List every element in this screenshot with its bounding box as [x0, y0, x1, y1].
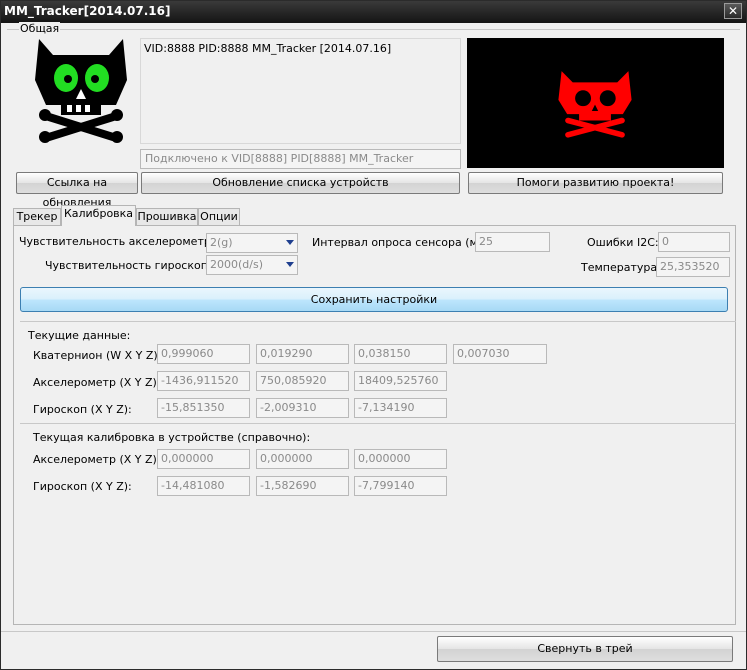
calib-gyro-y-field: -1,582690	[256, 476, 349, 496]
calib-gyro-x-field: -14,481080	[157, 476, 250, 496]
quaternion-label: Кватернион (W X Y Z):	[33, 349, 162, 362]
update-link-button[interactable]: Ссылка на обновления	[16, 172, 138, 209]
calib-accel-label: Акселерометр (X Y Z):	[33, 453, 161, 466]
i2c-errors-label: Ошибки I2C:	[587, 236, 659, 249]
brand-banner	[467, 38, 724, 168]
quaternion-x-field: 0,019290	[256, 344, 349, 364]
close-button[interactable]: ✕	[724, 3, 742, 19]
tab-tracker[interactable]: Трекер	[13, 208, 61, 226]
accel-sensitivity-label: Чувствительность акселерометра:	[19, 235, 222, 248]
close-icon: ✕	[727, 4, 739, 18]
calib-gyro-z-field: -7,799140	[354, 476, 447, 496]
donate-button[interactable]: Помоги развитию проекта!	[468, 172, 723, 194]
tab-calibration[interactable]: Калибровка	[61, 205, 136, 226]
calib-accel-x-field: 0,000000	[157, 449, 250, 469]
section-divider	[20, 423, 736, 424]
app-window: MM_Tracker[2014.07.16] ✕ Общая VID:8888 …	[0, 0, 747, 670]
quaternion-w-field: 0,999060	[157, 344, 250, 364]
tab-options[interactable]: Опции	[198, 208, 240, 226]
window-title: MM_Tracker[2014.07.16]	[4, 4, 171, 18]
device-info-box: VID:8888 PID:8888 MM_Tracker [2014.07.16…	[140, 38, 461, 144]
temperature-field: 25,353520	[656, 257, 730, 277]
save-settings-button[interactable]: Сохранить настройки	[20, 287, 728, 312]
footer-divider	[1, 631, 746, 632]
connection-status-field: Подключено к VID[8888] PID[8888] MM_Trac…	[140, 149, 461, 169]
calibration-panel	[13, 225, 736, 625]
accel-label: Акселерометр (X Y Z):	[33, 376, 161, 389]
gyro-label: Гироскоп (X Y Z):	[33, 403, 132, 416]
accel-x-field: -1436,911520	[157, 371, 250, 391]
refresh-devices-button[interactable]: Обновление списка устройств	[141, 172, 460, 194]
gyro-y-field: -2,009310	[256, 398, 349, 418]
chevron-down-icon	[286, 262, 294, 267]
red-skull-logo-icon	[558, 71, 632, 138]
quaternion-z-field: 0,007030	[453, 344, 547, 364]
accel-y-field: 750,085920	[256, 371, 349, 391]
accel-z-field: 18409,525760	[354, 371, 447, 391]
gyro-z-field: -7,134190	[354, 398, 447, 418]
group-border	[7, 29, 740, 30]
temperature-label: Температура:	[581, 261, 661, 274]
cat-skull-logo-icon	[35, 39, 127, 143]
calib-accel-y-field: 0,000000	[256, 449, 349, 469]
group-label-general: Общая	[19, 22, 61, 35]
i2c-errors-field: 0	[658, 232, 730, 252]
tab-firmware[interactable]: Прошивка	[136, 208, 198, 226]
current-data-heading: Текущие данные:	[28, 329, 131, 342]
gyro-x-field: -15,851350	[157, 398, 250, 418]
accel-sensitivity-select[interactable]: 2(g)	[206, 233, 298, 253]
device-info-text: VID:8888 PID:8888 MM_Tracker [2014.07.16…	[144, 42, 392, 55]
poll-interval-input[interactable]: 25	[475, 232, 550, 252]
section-divider	[20, 321, 736, 322]
poll-interval-label: Интервал опроса сенсора (мс):	[312, 236, 492, 249]
calib-gyro-label: Гироскоп (X Y Z):	[33, 480, 132, 493]
device-calibration-heading: Текущая калибровка в устройстве (справоч…	[33, 431, 311, 444]
gyro-sensitivity-label: Чувствительность гироскопа:	[45, 259, 219, 272]
quaternion-y-field: 0,038150	[354, 344, 447, 364]
calib-accel-z-field: 0,000000	[354, 449, 447, 469]
title-bar[interactable]: MM_Tracker[2014.07.16] ✕	[1, 1, 746, 23]
gyro-sensitivity-value: 2000(d/s)	[210, 258, 263, 271]
chevron-down-icon	[286, 240, 294, 245]
minimize-to-tray-button[interactable]: Свернуть в трей	[437, 636, 733, 662]
accel-sensitivity-value: 2(g)	[210, 236, 233, 249]
gyro-sensitivity-select[interactable]: 2000(d/s)	[206, 255, 298, 275]
